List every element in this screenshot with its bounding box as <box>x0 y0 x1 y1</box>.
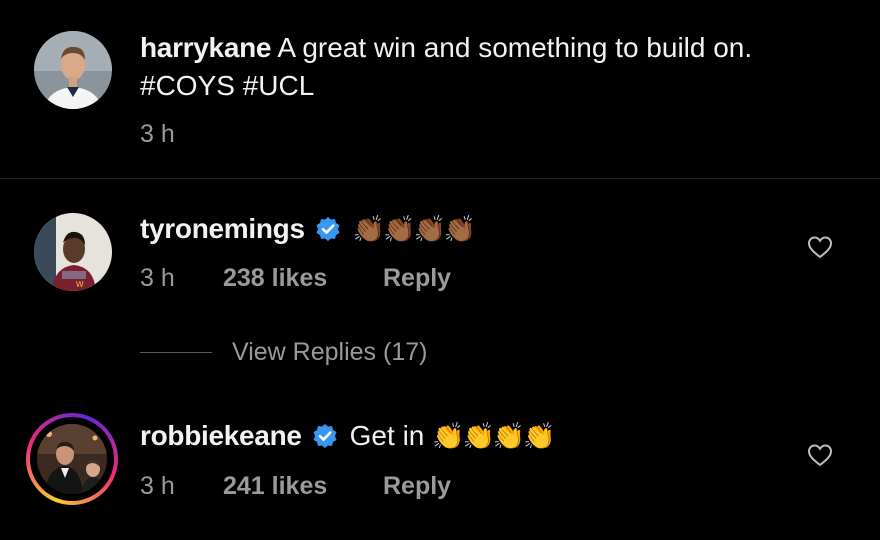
comment-username[interactable]: robbiekeane <box>140 418 302 454</box>
post-username[interactable]: harrykane <box>140 32 271 63</box>
reply-button[interactable]: Reply <box>383 264 451 293</box>
comment-text: Get in <box>349 420 433 451</box>
heart-icon[interactable] <box>807 235 833 259</box>
comment-time: 3 h <box>140 472 175 500</box>
comment-time: 3 h <box>140 264 175 292</box>
view-replies-label: View Replies (17) <box>232 338 428 366</box>
comment-username[interactable]: tyronemings <box>140 211 305 247</box>
view-replies-button[interactable]: View Replies (17) <box>140 338 427 367</box>
harrykane-avatar[interactable] <box>34 31 112 109</box>
tyronemings-avatar[interactable]: W <box>34 213 112 291</box>
post-time: 3 h <box>140 120 175 148</box>
clapping-hands-icon: 👏🏾👏🏾👏🏾👏🏾 <box>352 214 476 244</box>
comments-screen: harrykane A great win and something to b… <box>0 0 880 540</box>
comment-likes[interactable]: 241 likes <box>223 472 327 501</box>
reply-button[interactable]: Reply <box>383 472 451 501</box>
comment-likes[interactable]: 238 likes <box>223 264 327 293</box>
svg-text:W: W <box>76 280 84 289</box>
comment-robbiekeane: robbiekeane Get in 👏👏👏👏 <box>140 418 556 454</box>
view-replies-line <box>140 352 212 353</box>
verified-badge-icon <box>316 217 340 241</box>
post-caption: harrykane A great win and something to b… <box>140 29 840 105</box>
verified-badge-icon <box>313 424 337 448</box>
robbiekeane-avatar[interactable] <box>37 424 107 494</box>
clapping-hands-icon: 👏👏👏👏 <box>432 421 555 451</box>
heart-icon[interactable] <box>807 443 833 467</box>
divider <box>0 178 880 179</box>
comment-tyronemings: tyronemings 👏🏾👏🏾👏🏾👏🏾 <box>140 211 476 247</box>
